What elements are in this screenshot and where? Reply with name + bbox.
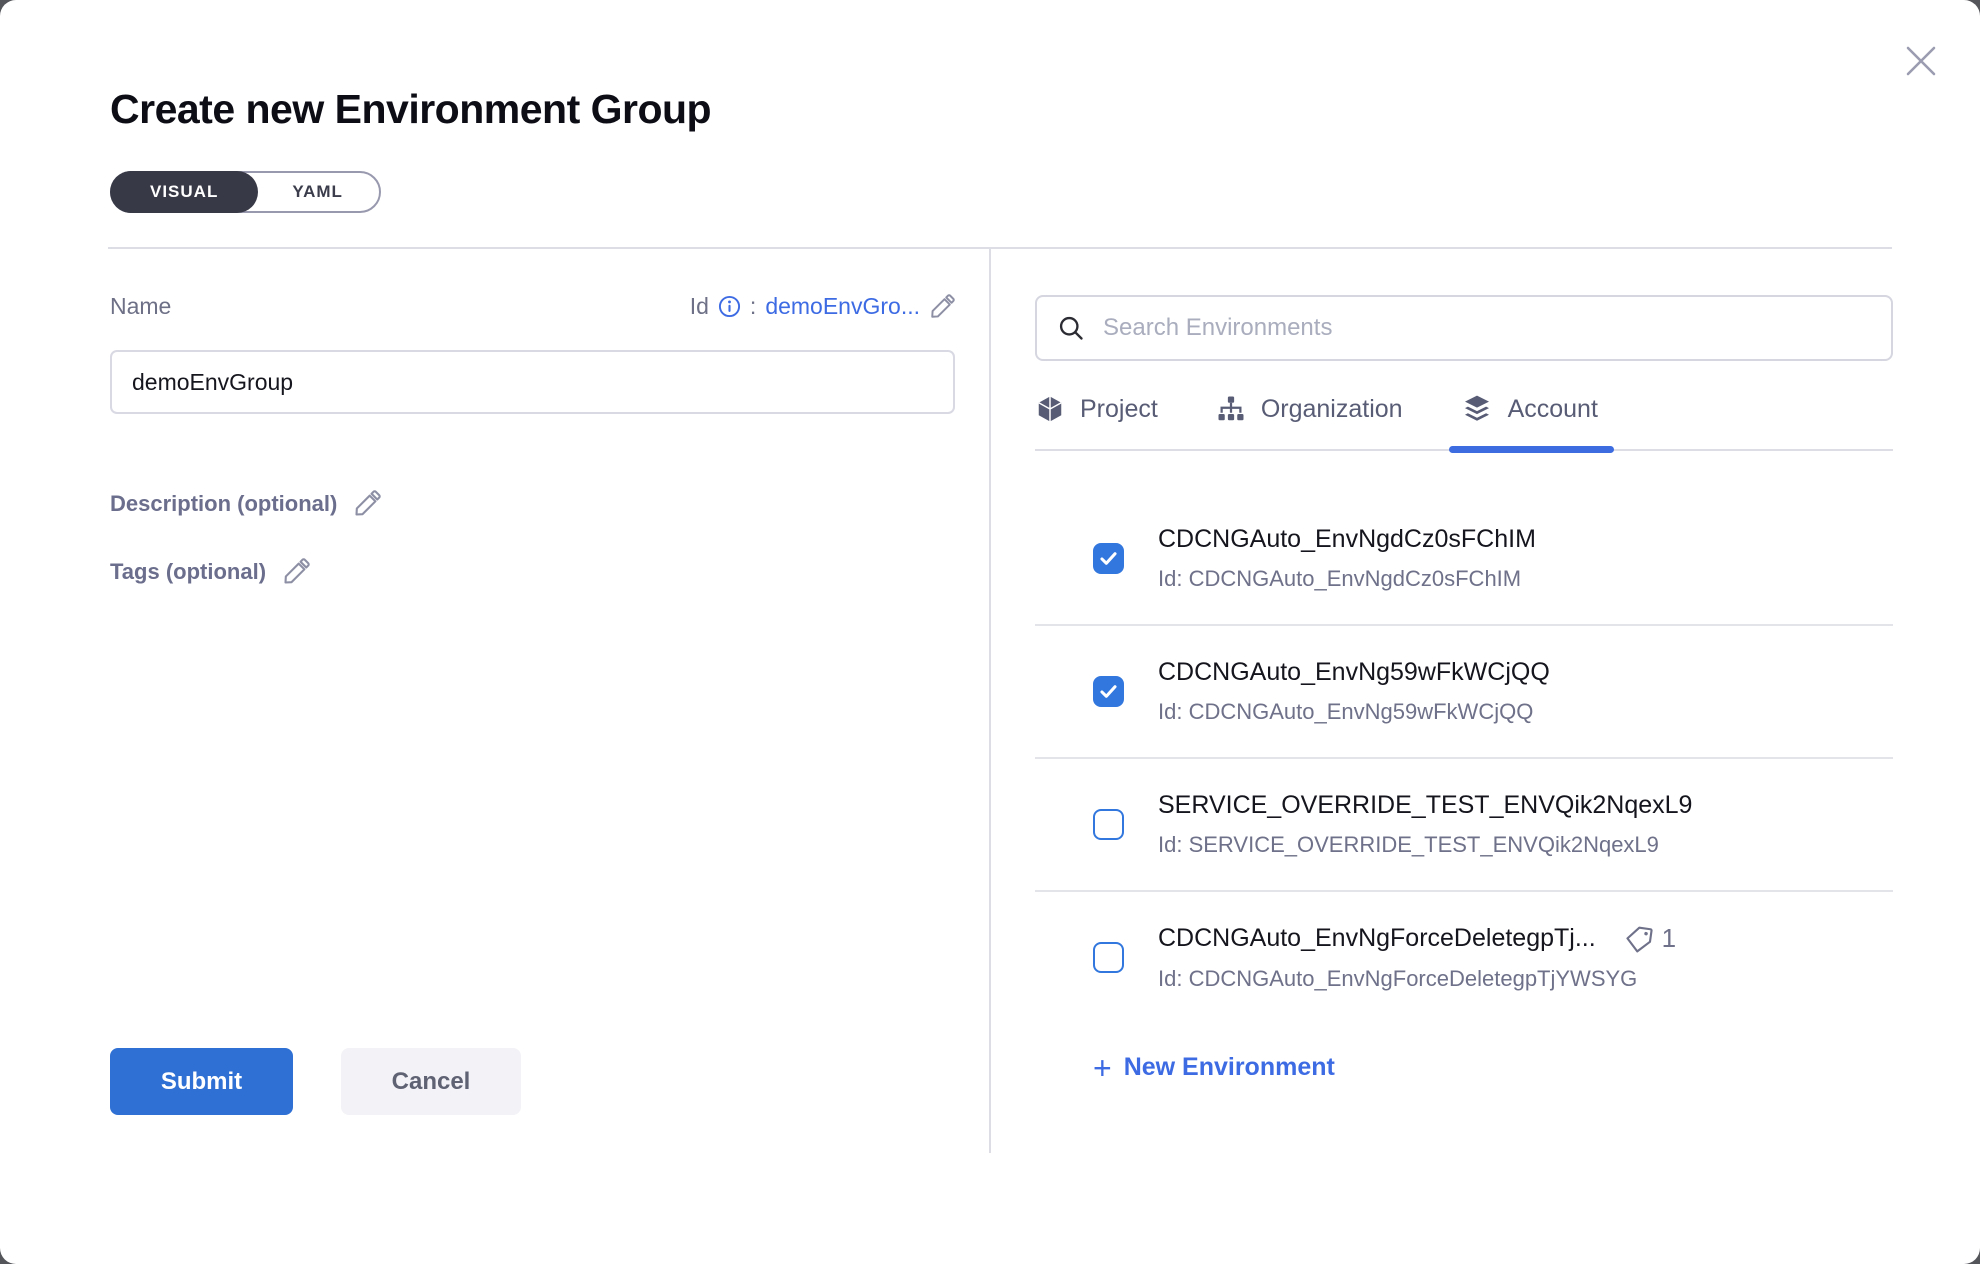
id-group: Id : demoEnvGro... (690, 293, 955, 320)
environment-name: CDCNGAuto_EnvNg59wFkWCjQQ (1158, 658, 1550, 687)
env-checkbox[interactable] (1093, 942, 1124, 973)
create-environment-group-modal: Create new Environment Group VISUAL YAML… (0, 0, 1980, 1264)
tab-account-label: Account (1508, 395, 1598, 424)
environment-list: CDCNGAuto_EnvNgdCz0sFChIM Id: CDCNGAuto_… (1035, 493, 1893, 991)
environment-name: SERVICE_OVERRIDE_TEST_ENVQik2NqexL9 (1158, 791, 1692, 820)
new-environment-button[interactable]: + New Environment (1093, 1053, 1893, 1082)
search-environments-input[interactable] (1101, 313, 1871, 343)
layers-icon (1461, 393, 1493, 425)
environment-text: CDCNGAuto_EnvNg59wFkWCjQQ Id: CDCNGAuto_… (1158, 658, 1893, 725)
tab-visual[interactable]: VISUAL (110, 171, 258, 213)
environment-text: CDCNGAuto_EnvNgForceDeletegpTj... 1 Id: … (1158, 923, 1893, 991)
environment-id: Id: CDCNGAuto_EnvNgdCz0sFChIM (1158, 566, 1893, 592)
close-icon[interactable] (1902, 42, 1940, 80)
search-icon (1057, 314, 1085, 342)
edit-tags-pencil-icon[interactable] (282, 558, 310, 586)
environment-row[interactable]: CDCNGAuto_EnvNg59wFkWCjQQ Id: CDCNGAuto_… (1035, 626, 1893, 759)
tab-organization[interactable]: Organization (1216, 393, 1403, 449)
tab-yaml[interactable]: YAML (256, 172, 379, 212)
environments-panel: Project Organization Account (991, 249, 1893, 1153)
submit-button[interactable]: Submit (110, 1048, 293, 1115)
environment-row[interactable]: CDCNGAuto_EnvNgForceDeletegpTj... 1 Id: … (1035, 892, 1893, 991)
tab-organization-label: Organization (1261, 395, 1403, 424)
tag-icon (1624, 924, 1654, 954)
search-box (1035, 295, 1893, 361)
info-icon[interactable] (718, 295, 741, 318)
page-title: Create new Environment Group (110, 86, 1980, 133)
tab-project-label: Project (1080, 395, 1158, 424)
environment-text: CDCNGAuto_EnvNgdCz0sFChIM Id: CDCNGAuto_… (1158, 525, 1893, 592)
tag-badge: 1 (1624, 923, 1676, 954)
name-label: Name (110, 293, 171, 320)
id-separator: : (750, 293, 756, 320)
visual-yaml-toggle: VISUAL YAML (110, 171, 381, 213)
environment-id: Id: CDCNGAuto_EnvNgForceDeletegpTjYWSYG (1158, 966, 1893, 991)
modal-body: Name Id : demoEnvGro... Description (opt… (110, 249, 1893, 1153)
plus-icon: + (1093, 1055, 1112, 1081)
environment-row[interactable]: CDCNGAuto_EnvNgdCz0sFChIM Id: CDCNGAuto_… (1035, 493, 1893, 626)
name-input[interactable] (110, 350, 955, 414)
description-label: Description (optional) (110, 491, 337, 517)
env-checkbox[interactable] (1093, 809, 1124, 840)
tab-account[interactable]: Account (1461, 393, 1598, 449)
cancel-button[interactable]: Cancel (341, 1048, 521, 1115)
form-column: Name Id : demoEnvGro... Description (opt… (110, 249, 991, 1153)
environment-id: Id: SERVICE_OVERRIDE_TEST_ENVQik2NqexL9 (1158, 832, 1893, 858)
form-buttons: Submit Cancel (110, 1048, 955, 1115)
cube-icon (1035, 394, 1065, 424)
tags-row: Tags (optional) (110, 558, 955, 586)
edit-id-pencil-icon[interactable] (929, 294, 955, 320)
edit-description-pencil-icon[interactable] (353, 490, 381, 518)
environment-row[interactable]: SERVICE_OVERRIDE_TEST_ENVQik2NqexL9 Id: … (1035, 759, 1893, 892)
org-chart-icon (1216, 394, 1246, 424)
id-value-link[interactable]: demoEnvGro... (765, 293, 920, 320)
environment-id: Id: CDCNGAuto_EnvNg59wFkWCjQQ (1158, 699, 1893, 725)
scope-tabs: Project Organization Account (1035, 393, 1893, 451)
tags-label: Tags (optional) (110, 559, 266, 585)
env-checkbox[interactable] (1093, 676, 1124, 707)
environment-name: CDCNGAuto_EnvNgForceDeletegpTj... (1158, 924, 1596, 953)
environment-name: CDCNGAuto_EnvNgdCz0sFChIM (1158, 525, 1536, 554)
id-label: Id (690, 293, 709, 320)
env-checkbox[interactable] (1093, 543, 1124, 574)
new-environment-label: New Environment (1124, 1053, 1335, 1082)
tag-count: 1 (1662, 923, 1676, 954)
tab-project[interactable]: Project (1035, 393, 1158, 449)
name-label-row: Name Id : demoEnvGro... (110, 293, 955, 320)
environment-text: SERVICE_OVERRIDE_TEST_ENVQik2NqexL9 Id: … (1158, 791, 1893, 858)
description-row: Description (optional) (110, 490, 955, 518)
